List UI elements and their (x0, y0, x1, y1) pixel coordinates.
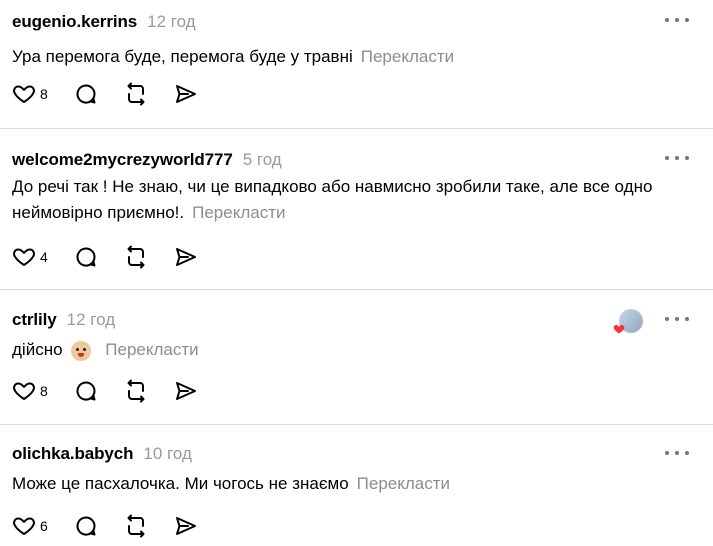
share-button[interactable] (174, 379, 198, 403)
username[interactable]: welcome2mycrezyworld777 (12, 150, 233, 170)
heart-icon (13, 382, 35, 400)
timestamp[interactable]: 12 год (67, 310, 115, 330)
actions-bar: 8 (12, 82, 224, 106)
heart-icon (13, 248, 35, 266)
comment-header: ctrlily 12 год (12, 310, 115, 330)
repost-icon (127, 379, 145, 403)
comment-item: welcome2mycrezyworld777 5 год До речі та… (0, 128, 713, 290)
like-count: 6 (40, 518, 48, 534)
translate-link[interactable]: Перекласти (361, 47, 454, 66)
repost-button[interactable] (124, 379, 148, 403)
timestamp[interactable]: 10 год (143, 444, 191, 464)
more-icon (665, 317, 669, 321)
surprised-face-emoji (71, 340, 92, 361)
like-button[interactable]: 6 (12, 514, 48, 538)
comment-body: дійсно (12, 340, 63, 359)
more-icon (665, 156, 669, 160)
timestamp[interactable]: 12 год (147, 12, 195, 32)
reply-button[interactable] (74, 379, 98, 403)
share-icon (175, 382, 196, 400)
reply-button[interactable] (74, 245, 98, 269)
repost-button[interactable] (124, 514, 148, 538)
actions-bar: 6 (12, 514, 224, 538)
comment-icon (76, 516, 96, 536)
like-count: 4 (40, 249, 48, 265)
like-button[interactable]: 4 (12, 245, 48, 269)
comment-item: olichka.babych 10 год Може це пасхалочка… (0, 424, 713, 546)
comment-body: До речі так ! Не знаю, чи це випадково а… (12, 177, 653, 222)
more-options-button[interactable] (665, 311, 689, 327)
reply-button[interactable] (74, 514, 98, 538)
username[interactable]: olichka.babych (12, 444, 134, 464)
share-button[interactable] (174, 245, 198, 269)
like-count: 8 (40, 383, 48, 399)
repost-button[interactable] (124, 82, 148, 106)
repost-icon (127, 514, 145, 538)
comment-header: eugenio.kerrins 12 год (12, 12, 196, 32)
share-button[interactable] (174, 82, 198, 106)
more-options-button[interactable] (665, 12, 689, 28)
actions-bar: 8 (12, 379, 224, 403)
heart-icon (13, 517, 35, 535)
translate-link[interactable]: Перекласти (192, 203, 285, 222)
more-icon (665, 451, 669, 455)
share-button[interactable] (174, 514, 198, 538)
comment-text: До речі так ! Не знаю, чи це випадково а… (12, 174, 682, 226)
translate-link[interactable]: Перекласти (357, 474, 450, 493)
comment-text: Може це пасхалочка. Ми чогось не знаємо П… (12, 471, 693, 497)
more-options-button[interactable] (665, 445, 689, 461)
like-button[interactable]: 8 (12, 379, 48, 403)
repost-icon (127, 82, 145, 106)
share-icon (175, 248, 196, 266)
reply-button[interactable] (74, 82, 98, 106)
comment-header: olichka.babych 10 год (12, 444, 192, 464)
repost-button[interactable] (124, 245, 148, 269)
comment-text: дійсно Перекласти (12, 337, 693, 363)
actions-bar: 4 (12, 245, 224, 269)
heart-icon (613, 324, 625, 334)
comment-body: Ура перемога буде, перемога буде у травн… (12, 47, 353, 66)
comment-header: welcome2mycrezyworld777 5 год (12, 150, 282, 170)
comment-text: Ура перемога буде, перемога буде у травн… (12, 44, 693, 70)
heart-icon (13, 85, 35, 103)
repost-icon (127, 245, 145, 269)
comment-icon (76, 247, 96, 267)
liked-by-avatar[interactable] (613, 309, 643, 334)
more-options-button[interactable] (665, 150, 689, 166)
like-count: 8 (40, 86, 48, 102)
comment-item: ctrlily 12 год дійсно Перекласти 8 (0, 289, 713, 425)
comment-body: Може це пасхалочка. Ми чогось не знаємо (12, 474, 349, 493)
username[interactable]: eugenio.kerrins (12, 12, 137, 32)
share-icon (175, 85, 196, 103)
comment-icon (76, 84, 96, 104)
share-icon (175, 517, 196, 535)
translate-link[interactable]: Перекласти (105, 340, 198, 359)
like-button[interactable]: 8 (12, 82, 48, 106)
username[interactable]: ctrlily (12, 310, 57, 330)
comment-icon (76, 381, 96, 401)
more-icon (665, 18, 669, 22)
timestamp[interactable]: 5 год (243, 150, 282, 170)
comment-item: eugenio.kerrins 12 год Ура перемога буде… (0, 0, 713, 129)
